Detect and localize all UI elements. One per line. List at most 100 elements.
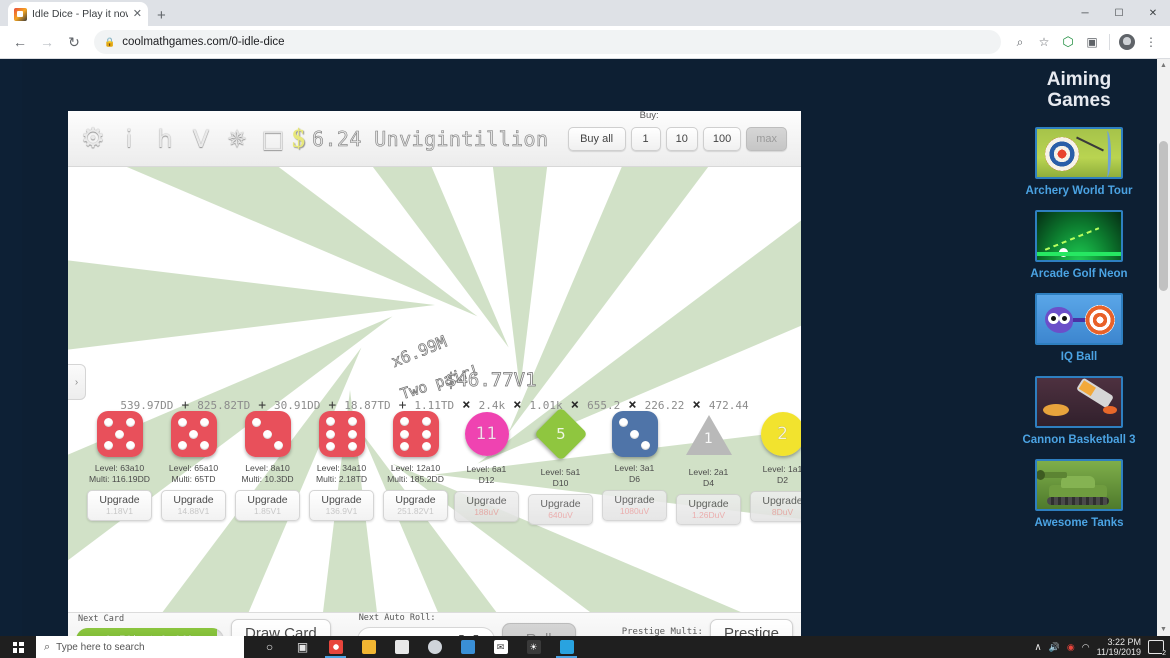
cortana-icon[interactable]: ○ [254,636,285,658]
die-column[interactable]: 2 Level: 1a1 D2 Upgrade 8DuV [747,411,801,525]
die-column[interactable]: Level: 63a10 Multi: 116.19DD Upgrade 1.18V1 [84,411,155,525]
reload-icon[interactable]: ↻ [62,30,86,54]
minimize-button[interactable]: ─ [1068,0,1102,26]
die-pip [422,442,432,452]
upgrade-button[interactable]: Upgrade 640uV [528,494,593,525]
browser2-icon[interactable]: ☀ [518,636,549,658]
news-icon[interactable] [452,636,483,658]
buy-all-button[interactable]: Buy all [567,126,626,151]
prestige-button[interactable]: Prestige x3.31B [709,618,793,637]
game-title[interactable]: Cannon Basketball 3 [1001,433,1157,447]
sidebar-game-card[interactable]: Archery World Tour [1001,127,1157,198]
notification-center-icon[interactable]: 2 [1148,640,1166,657]
network-icon[interactable]: ◠ [1082,642,1090,653]
security-icon[interactable]: ◉ [1067,642,1075,653]
panel-expand-tab[interactable]: › [68,364,86,400]
forward-icon[interactable]: → [35,30,59,54]
browser-menu-icon[interactable]: ⋮ [1140,31,1162,53]
sidebar-game-card[interactable]: Arcade Golf Neon [1001,210,1157,281]
game-thumbnail[interactable] [1035,459,1123,511]
store-icon[interactable] [386,636,417,658]
upgrade-button[interactable]: Upgrade 1.85V1 [235,490,300,521]
die-column[interactable]: 5 Level: 5a1 D10 Upgrade 640uV [525,407,596,525]
help-icon[interactable]: h [148,119,182,159]
app-icon[interactable] [551,636,582,658]
info-icon[interactable]: i [112,119,146,159]
die-column[interactable]: Level: 34a10 Multi: 2.18TD Upgrade 136.9V1 [306,411,377,525]
lock-icon[interactable]: □ [256,119,290,159]
sidebar-game-card[interactable]: IQ Ball [1001,293,1157,364]
upgrade-button[interactable]: Upgrade 136.9V1 [309,490,374,521]
page-scrollbar[interactable]: ▲ ▼ [1157,59,1170,636]
tray-chevron-icon[interactable]: ∧ [1034,642,1041,653]
die-icon[interactable] [170,411,217,457]
extension-icon[interactable]: ⬡ [1057,31,1079,53]
die-icon[interactable]: 2 [760,412,801,458]
prestige-label: Prestige [723,624,779,637]
die-icon[interactable] [392,411,439,457]
die-icon[interactable] [244,411,291,457]
game-title[interactable]: Archery World Tour [1001,184,1157,198]
game-canvas[interactable]: ⚙ i h V ✵ □ $ 6.24 Unvigintillion Buy: Buy al… [68,111,801,636]
upgrade-button[interactable]: Upgrade 1080uV [602,490,667,521]
file-explorer-icon[interactable] [353,636,384,658]
browser-tab[interactable]: Idle Dice - Play it now at Coolm… ✕ [8,2,148,26]
cast-icon[interactable]: ▣ [1081,31,1103,53]
buy-100-button[interactable]: 100 [702,126,742,151]
die-icon[interactable] [96,411,143,457]
bookmark-star-icon[interactable]: ☆ [1033,31,1055,53]
game-thumbnail[interactable] [1035,376,1123,428]
task-view-icon[interactable]: ▣ [287,636,318,658]
die-column[interactable]: Level: 65a10 Multi: 65TD Upgrade 14.88V1 [158,411,229,525]
achievements-icon[interactable]: V [184,119,218,159]
upgrade-button[interactable]: Upgrade 188uV [454,491,519,522]
die-pip [325,429,335,439]
draw-card-button[interactable]: Draw Card 0 [231,618,331,636]
upgrade-button[interactable]: Upgrade 251.82V1 [383,490,448,521]
back-icon[interactable]: ← [8,30,32,54]
game-title[interactable]: Awesome Tanks [1001,516,1157,530]
start-button[interactable] [0,636,36,658]
scrollbar-thumb[interactable] [1159,141,1168,291]
paint-icon[interactable] [419,636,450,658]
die-icon[interactable] [611,411,658,457]
upgrade-button[interactable]: Upgrade 1.18V1 [87,490,152,521]
taskbar-search-input[interactable]: ⌕ Type here to search [36,636,244,658]
sidebar-game-card[interactable]: Awesome Tanks [1001,459,1157,530]
die-icon[interactable]: 1 [685,415,732,461]
search-icon[interactable]: ⌕ [1009,31,1031,53]
dice-wheel-icon[interactable]: ✵ [220,119,254,159]
new-tab-button[interactable]: + [157,8,166,23]
game-title[interactable]: IQ Ball [1001,350,1157,364]
taskbar-clock[interactable]: 3:22 PM 11/19/2019 [1097,637,1141,657]
die-column[interactable]: Level: 8a10 Multi: 10.3DD Upgrade 1.85V1 [232,411,303,525]
gear-icon[interactable]: ⚙ [76,119,110,159]
upgrade-button[interactable]: Upgrade 14.88V1 [161,490,226,521]
sidebar-game-card[interactable]: Cannon Basketball 3 [1001,376,1157,447]
mail-icon[interactable]: ✉ [485,636,516,658]
die-icon[interactable] [318,411,365,457]
address-bar[interactable]: 🔒 coolmathgames.com/0-idle-dice [94,30,1001,54]
volume-icon[interactable]: 🔊 [1049,642,1060,653]
die-icon[interactable]: 5 [533,407,588,461]
buy-10-button[interactable]: 10 [665,126,698,151]
buy-1-button[interactable]: 1 [630,126,661,151]
die-column[interactable]: Level: 3a1 D6 Upgrade 1080uV [599,411,670,525]
die-icon[interactable]: 11 [464,412,510,458]
game-thumbnail[interactable] [1035,293,1123,345]
window-close-button[interactable]: ✕ [1136,0,1170,26]
game-thumbnail[interactable] [1035,210,1123,262]
game-title[interactable]: Arcade Golf Neon [1001,267,1157,281]
upgrade-button[interactable]: Upgrade 1.26DuV [676,494,741,525]
upgrade-button[interactable]: Upgrade 8DuV [750,491,801,522]
buy-max-button[interactable]: max [746,126,787,151]
die-column[interactable]: 11 Level: 6a1 D12 Upgrade 188uV [451,411,522,525]
die-column[interactable]: Level: 12a10 Multi: 185.2DD Upgrade 251.82V… [380,411,451,525]
die-column[interactable]: 1 Level: 2a1 D4 Upgrade 1.26DuV [673,411,744,525]
avatar[interactable] [1116,31,1138,53]
close-icon[interactable]: ✕ [133,8,142,20]
roll-button[interactable]: Roll [501,622,576,636]
chrome-icon[interactable] [320,636,351,658]
game-thumbnail[interactable] [1035,127,1123,179]
maximize-button[interactable]: ☐ [1102,0,1136,26]
